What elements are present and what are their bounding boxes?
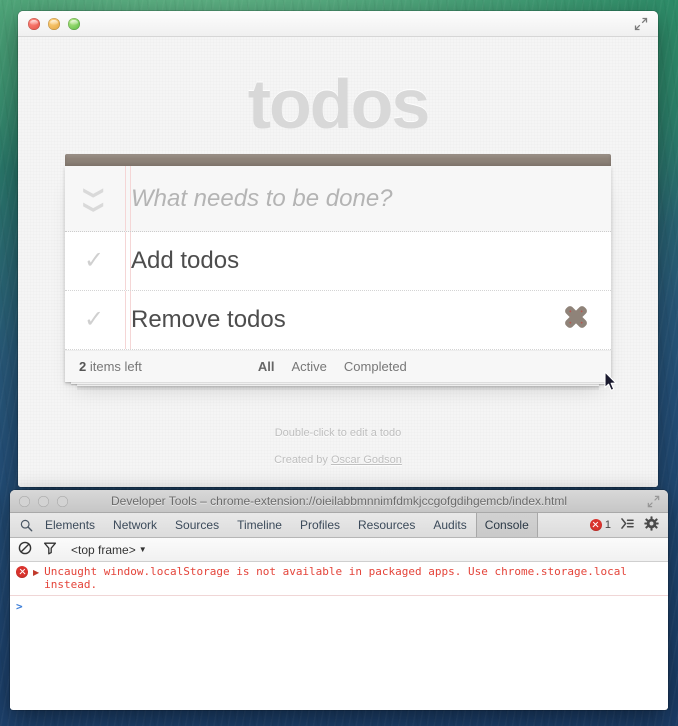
console-error-message[interactable]: ▶ Uncaught window.localStorage is not av…	[10, 562, 668, 596]
todo-count: 2 items left	[65, 359, 142, 374]
prompt-caret-icon: >	[16, 600, 23, 613]
filter-all[interactable]: All	[254, 358, 279, 375]
tab-profiles[interactable]: Profiles	[291, 513, 349, 537]
edit-hint: Double-click to edit a todo	[274, 427, 402, 440]
todo-count-text: items left	[89, 359, 142, 375]
console-output[interactable]: ▶ Uncaught window.localStorage is not av…	[10, 562, 668, 708]
todo-count-number: 2	[79, 359, 87, 375]
fullscreen-icon[interactable]	[633, 16, 649, 32]
todo-item-label: Add todos	[131, 247, 240, 275]
app-titlebar	[18, 11, 658, 37]
tab-console[interactable]: Console	[475, 513, 538, 537]
devtools-minimize-button[interactable]	[38, 496, 49, 507]
console-input-row[interactable]: >	[10, 596, 668, 617]
destroy-todo-button[interactable]	[559, 300, 599, 340]
margin-rule-right	[130, 291, 131, 350]
margin-rule-left	[125, 166, 126, 232]
margin-rule-right	[130, 232, 131, 291]
minimize-button[interactable]	[48, 18, 60, 30]
error-count-badge[interactable]: 1	[589, 519, 611, 531]
error-icon	[589, 519, 602, 531]
credit-author-link[interactable]: Oscar Godson	[331, 454, 402, 466]
page-title: todos	[247, 65, 431, 143]
execution-context-label: <top frame>	[71, 542, 136, 557]
dock-to-side-icon[interactable]	[620, 517, 635, 533]
todo-item-row[interactable]: ✓ Add todos	[65, 232, 611, 292]
tab-elements[interactable]: Elements	[36, 513, 104, 537]
close-button[interactable]	[28, 18, 40, 30]
toggle-all-icon[interactable]: ❯❯	[65, 186, 123, 214]
filter-active[interactable]: Active	[288, 358, 331, 375]
todo-toggle-checkbox[interactable]: ✓	[65, 249, 123, 273]
devtools-panel-tabs: Elements Network Sources Timeline Profil…	[36, 513, 538, 537]
filter-icon[interactable]	[43, 541, 57, 558]
todo-item-row[interactable]: ✓ Remove todos	[65, 291, 611, 351]
devtools-toolbar-right: 1	[589, 516, 662, 534]
devtools-title: Developer Tools – chrome-extension://oie…	[110, 494, 567, 508]
tab-resources[interactable]: Resources	[349, 513, 424, 537]
devtools-titlebar: Developer Tools – chrome-extension://oie…	[10, 490, 668, 513]
app-content: todos ❯❯ ✓ Add todos	[18, 37, 658, 487]
devtools-maximize-button[interactable]	[57, 496, 68, 507]
todo-card: ❯❯ ✓ Add todos ✓ Remove todos	[65, 166, 611, 383]
console-filter-bar: <top frame> ▼	[10, 538, 668, 562]
execution-context-selector[interactable]: <top frame> ▼	[71, 543, 147, 557]
margin-rule-left	[125, 232, 126, 291]
todomvc-app-window: todos ❯❯ ✓ Add todos	[18, 11, 658, 487]
tab-audits[interactable]: Audits	[424, 513, 475, 537]
gear-icon[interactable]	[644, 516, 659, 534]
window-controls	[28, 18, 80, 30]
expand-triangle-icon[interactable]: ▶	[33, 565, 39, 579]
app-info: Double-click to edit a todo Created by O…	[18, 428, 658, 466]
new-todo-input[interactable]	[123, 184, 611, 213]
devtools-close-button[interactable]	[19, 496, 30, 507]
margin-rule-left	[125, 291, 126, 350]
todo-toggle-checkbox[interactable]: ✓	[65, 308, 123, 332]
clear-console-icon[interactable]	[18, 541, 32, 558]
new-todo-row: ❯❯	[65, 166, 611, 233]
todoapp-container: ❯❯ ✓ Add todos ✓ Remove todos	[65, 154, 611, 383]
credit-line: Created by Oscar Godson	[18, 455, 658, 466]
margin-rule-right	[130, 166, 131, 232]
todo-footer: 2 items left All Active Completed	[65, 350, 611, 383]
todo-list-top-bar	[65, 154, 611, 167]
filter-completed[interactable]: Completed	[340, 358, 411, 375]
devtools-tabbar: Elements Network Sources Timeline Profil…	[10, 513, 668, 538]
devtools-window: Developer Tools – chrome-extension://oie…	[10, 490, 668, 710]
error-icon	[16, 566, 28, 578]
console-error-text: Uncaught window.localStorage is not avai…	[44, 565, 634, 591]
chevron-down-icon: ▼	[138, 545, 147, 554]
todo-item-label: Remove todos	[131, 306, 286, 334]
tab-network[interactable]: Network	[104, 513, 166, 537]
filter-links: All Active Completed	[254, 358, 411, 375]
devtools-fullscreen-icon[interactable]	[646, 494, 661, 509]
error-count-label: 1	[604, 519, 611, 531]
search-icon[interactable]	[16, 519, 36, 532]
devtools-window-controls	[19, 496, 68, 507]
maximize-button[interactable]	[68, 18, 80, 30]
tab-timeline[interactable]: Timeline	[228, 513, 291, 537]
tab-sources[interactable]: Sources	[166, 513, 228, 537]
credit-prefix: Created by	[274, 454, 331, 467]
